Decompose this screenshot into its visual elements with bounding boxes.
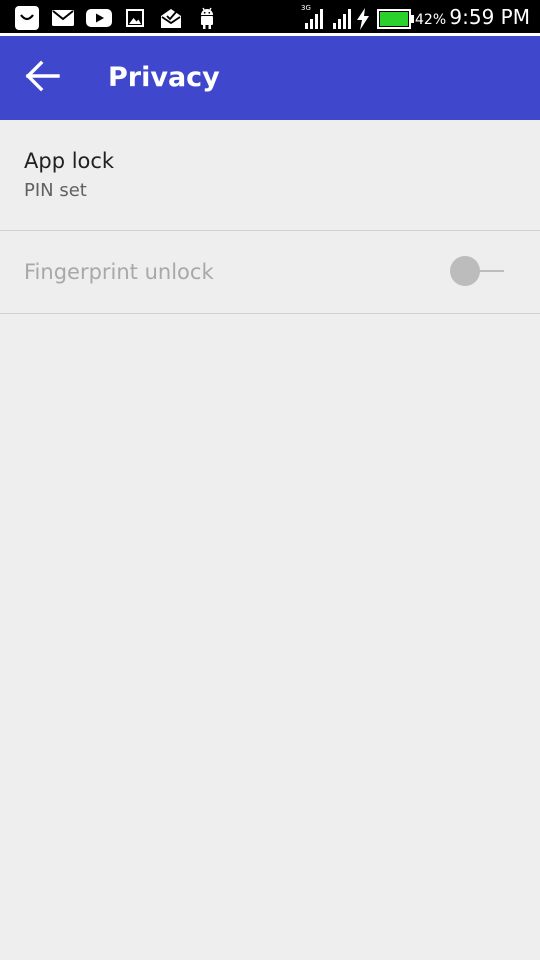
battery-level: [380, 12, 408, 26]
divider: [0, 313, 540, 314]
setting-title: App lock: [24, 149, 115, 173]
app-bar: Privacy: [0, 36, 540, 120]
battery-icon: [377, 9, 415, 33]
charging-icon: [356, 8, 370, 34]
page-title: Privacy: [108, 62, 220, 93]
youtube-icon: [86, 9, 112, 31]
signal-icon: [304, 9, 324, 33]
settings-list: App lock PIN set Fingerprint unlock: [0, 120, 540, 314]
mail-open-icon: [160, 7, 182, 33]
clock: 9:59 PM: [449, 5, 530, 29]
back-button[interactable]: [18, 56, 66, 100]
status-bar: 3G 42% 9:59 PM: [0, 0, 540, 36]
battery-percent: 42%: [415, 12, 447, 28]
fingerprint-unlock-toggle[interactable]: [448, 255, 506, 287]
signal-icon: [332, 9, 352, 33]
mail-icon: [52, 10, 74, 30]
android-icon: [198, 6, 216, 34]
setting-app-lock[interactable]: App lock PIN set: [0, 120, 540, 230]
arrow-left-icon: [24, 60, 60, 96]
setting-fingerprint-unlock[interactable]: Fingerprint unlock: [0, 231, 540, 313]
shopping-bag-icon: [14, 5, 40, 35]
setting-summary: PIN set: [24, 180, 87, 201]
toggle-thumb: [450, 256, 480, 286]
image-icon: [126, 9, 144, 31]
setting-title: Fingerprint unlock: [24, 260, 214, 284]
